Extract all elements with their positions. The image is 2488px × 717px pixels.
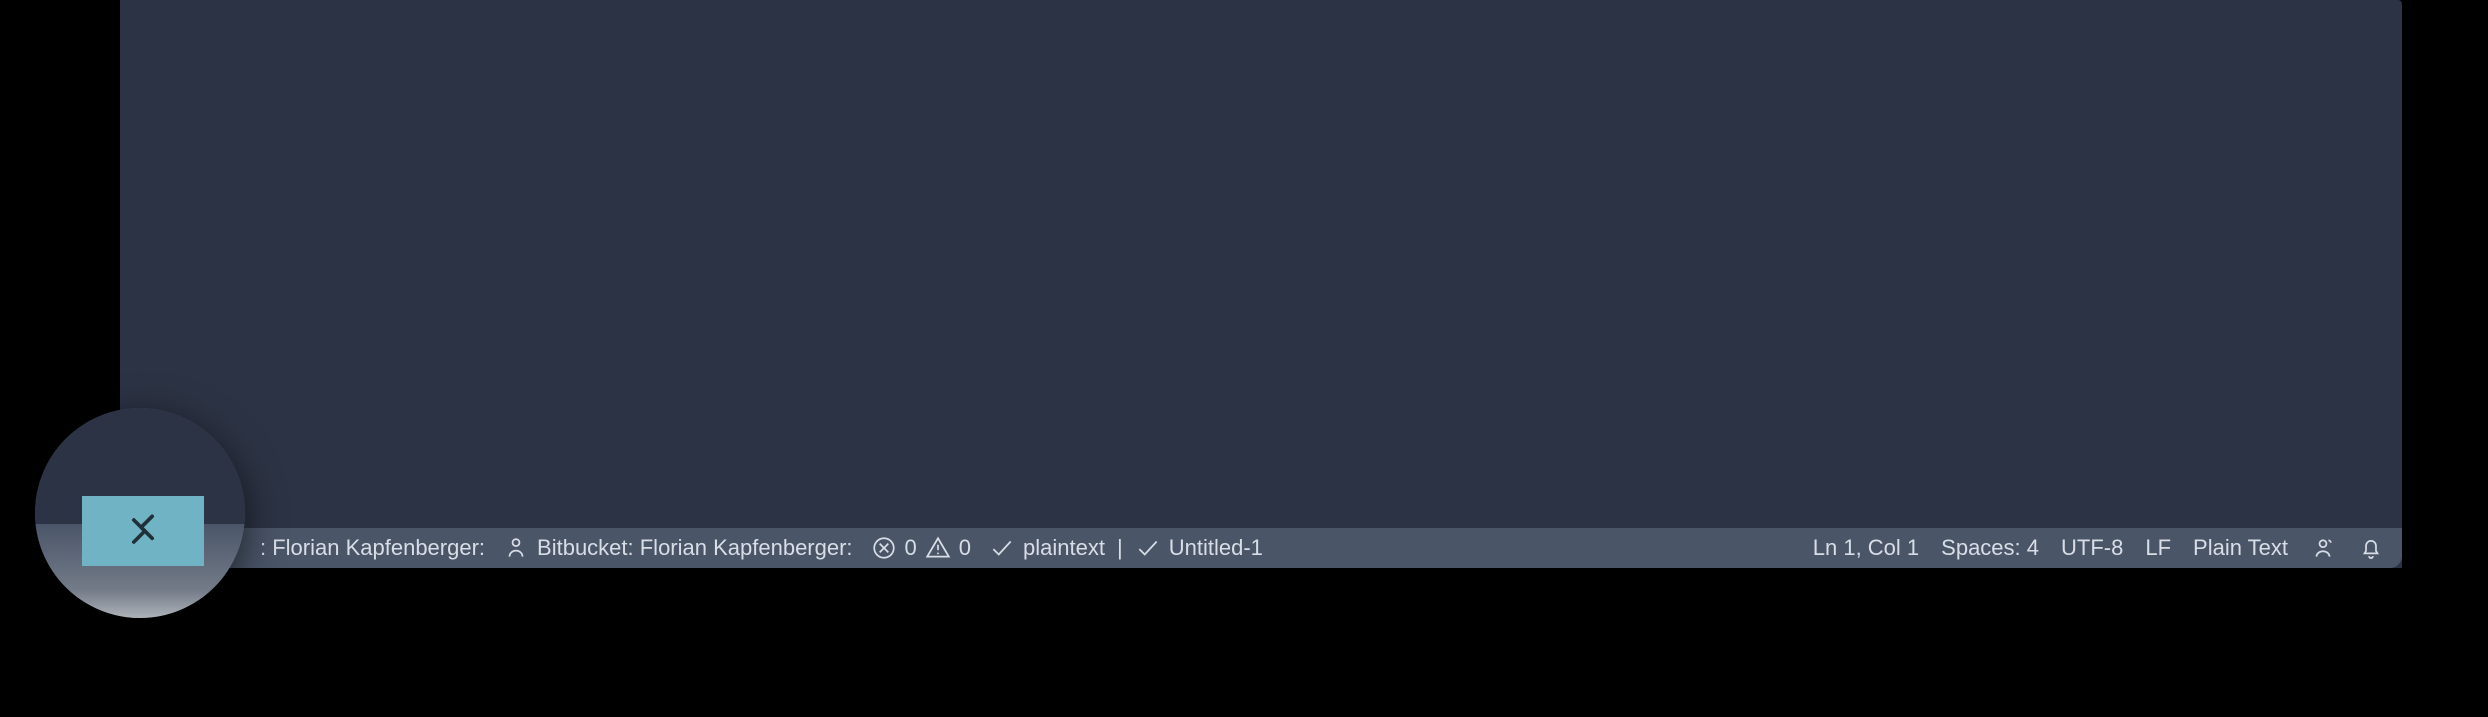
remote-window-button[interactable] — [82, 496, 204, 566]
status-user-1[interactable]: : Florian Kapfenberger: — [260, 535, 485, 561]
person-icon — [503, 535, 529, 561]
status-eol[interactable]: LF — [2145, 535, 2171, 561]
warning-count: 0 — [959, 535, 971, 561]
status-formatter[interactable]: plaintext | Untitled-1 — [989, 535, 1263, 561]
status-bar: : Florian Kapfenberger: Bitbucket: Flori… — [120, 528, 2402, 568]
status-indentation[interactable]: Spaces: 4 — [1941, 535, 2039, 561]
pipe-separator: | — [1113, 535, 1127, 561]
status-bitbucket-label: Bitbucket: Florian Kapfenberger: — [537, 535, 853, 561]
check-icon — [989, 535, 1015, 561]
status-language-mode[interactable]: Plain Text — [2193, 535, 2288, 561]
status-problems[interactable]: 0 0 — [871, 535, 972, 561]
remote-button-zoom — [35, 408, 245, 618]
warning-icon — [925, 535, 951, 561]
error-icon — [871, 535, 897, 561]
status-bar-left: : Florian Kapfenberger: Bitbucket: Flori… — [120, 535, 1813, 561]
status-bitbucket[interactable]: Bitbucket: Florian Kapfenberger: — [503, 535, 853, 561]
remote-icon — [121, 509, 165, 553]
formatter-label: plaintext — [1023, 535, 1105, 561]
format-doc-label: Untitled-1 — [1169, 535, 1263, 561]
check-icon — [1135, 535, 1161, 561]
status-bar-right: Ln 1, Col 1 Spaces: 4 UTF-8 LF Plain Tex… — [1813, 535, 2402, 561]
status-user-1-label: : Florian Kapfenberger: — [260, 535, 485, 561]
bell-icon[interactable] — [2358, 535, 2384, 561]
feedback-icon[interactable] — [2310, 535, 2336, 561]
error-count: 0 — [905, 535, 917, 561]
status-cursor-position[interactable]: Ln 1, Col 1 — [1813, 535, 1919, 561]
editor-area — [120, 0, 2402, 568]
status-encoding[interactable]: UTF-8 — [2061, 535, 2123, 561]
